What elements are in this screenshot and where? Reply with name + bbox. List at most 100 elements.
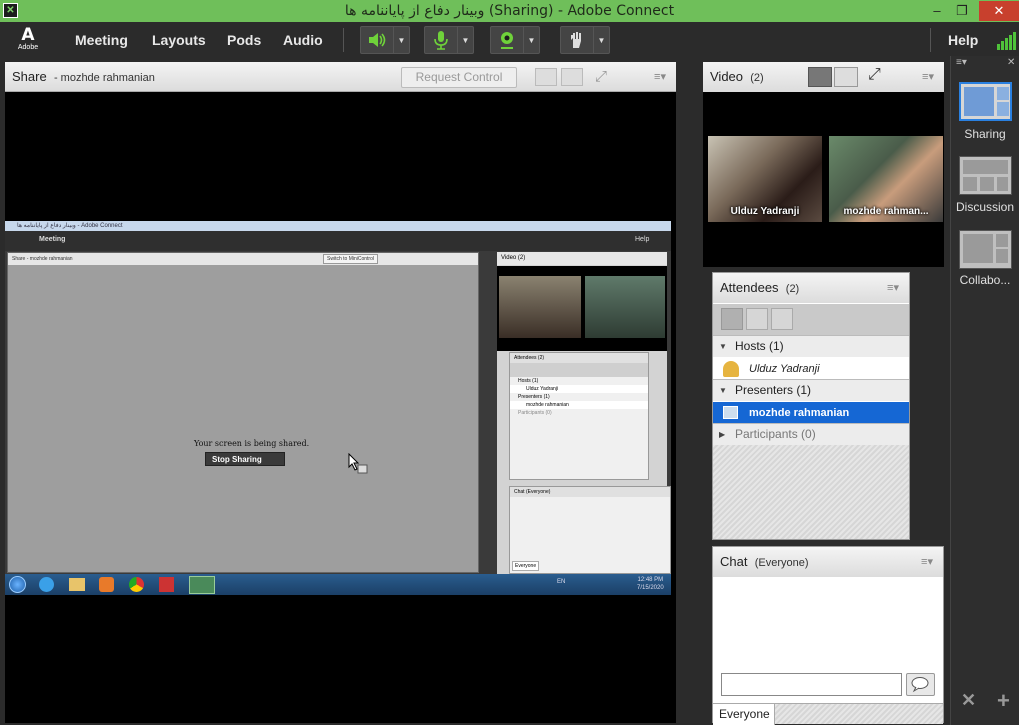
chat-pod: Chat (Everyone) ≡▾ Everyone (712, 546, 944, 725)
minimize-button[interactable]: – (925, 1, 949, 21)
share-pod: Share - mozhde rahmanian Request Control… (5, 62, 676, 723)
title-bar: ✕ وبینار دفاع از پایاننامه ها (Sharing) … (0, 0, 1019, 22)
taskbar-clock: 12:48 PM 7/15/2020 (637, 577, 664, 591)
screen-shared-message: Your screen is being shared. (194, 439, 310, 448)
stop-sharing-button: Stop Sharing (205, 452, 285, 466)
menu-pods[interactable]: Pods (227, 32, 261, 48)
attendees-pod-header: Attendees (2) ≡▾ (713, 273, 909, 303)
triangle-down-icon: ▼ (719, 342, 727, 351)
menu-layouts[interactable]: Layouts (152, 32, 206, 48)
video-pod-header: Video (2) ⤢ ≡▾ (703, 62, 944, 92)
ie-icon (39, 577, 54, 592)
pod-options-menu-icon[interactable]: ≡▾ (887, 281, 899, 294)
share-presenter-name: - mozhde rahmanian (53, 72, 155, 84)
chevron-down-icon[interactable]: ▼ (593, 27, 609, 53)
inner-video-feed (585, 276, 665, 338)
inner-chat-pod: Chat (Everyone) Everyone (509, 486, 671, 574)
windows-start-icon (9, 576, 26, 593)
inner-switch-button: Switch to MiniControl (323, 254, 378, 264)
share-pod-title: Share - mozhde rahmanian (12, 69, 155, 84)
status-view-icon[interactable] (771, 308, 793, 330)
attendee-row-presenter[interactable]: mozhde rahmanian (713, 402, 909, 424)
delete-layout-icon[interactable]: ✕ (961, 690, 976, 711)
webcam-icon (491, 27, 523, 53)
chat-input[interactable] (721, 673, 902, 696)
pod-options-menu-icon[interactable]: ≡▾ (921, 555, 933, 568)
menu-bar: A Adobe Meeting Layouts Pods Audio ▼ ▼ ▼… (0, 22, 1019, 58)
group-participants[interactable]: ▶ Participants (0) (713, 423, 909, 445)
chevron-down-icon[interactable]: ▼ (523, 27, 539, 53)
menu-meeting[interactable]: Meeting (75, 32, 128, 48)
speaker-icon (361, 27, 393, 53)
chat-pod-header: Chat (Everyone) ≡▾ (713, 547, 943, 577)
adobe-connect-taskbar-icon (189, 576, 215, 594)
request-control-button[interactable]: Request Control (401, 67, 517, 88)
fullscreen-icon[interactable]: ⤢ (595, 68, 607, 85)
group-presenters[interactable]: ▼ Presenters (1) (713, 379, 909, 401)
attendee-row-host[interactable]: Ulduz Yadranji (713, 358, 909, 380)
layout-label: Collabo... (959, 273, 1011, 287)
fit-to-width-icon[interactable] (535, 68, 557, 86)
menu-help[interactable]: Help (948, 32, 978, 48)
windows-taskbar: EN 12:48 PM 7/15/2020 (5, 574, 671, 595)
layout-discussion-thumbnail[interactable] (959, 156, 1012, 195)
add-layout-icon[interactable]: + (997, 688, 1010, 714)
cursor-icon (348, 452, 368, 475)
send-message-button[interactable] (906, 673, 935, 696)
attendees-empty-area (713, 445, 909, 539)
speaker-button[interactable]: ▼ (360, 26, 410, 54)
menu-divider (930, 28, 931, 52)
inner-video-header: Video (2) (497, 252, 667, 265)
close-panel-icon[interactable]: ✕ (1007, 57, 1015, 68)
actual-size-icon[interactable] (561, 68, 583, 86)
shared-screen: وبینار دفاع از پایاننامه ها - Adobe Conn… (5, 221, 671, 595)
attendees-pod: Attendees (2) ≡▾ ▼ Hosts (1) Ulduz Yadra… (712, 272, 910, 540)
breakout-view-icon[interactable] (746, 308, 768, 330)
chat-tab-everyone[interactable]: Everyone (713, 704, 775, 725)
powerpoint-icon (159, 577, 174, 592)
video-feed-mozhde[interactable]: mozhde rahman... (829, 136, 943, 222)
webcam-button[interactable]: ▼ (490, 26, 540, 54)
menu-divider (343, 28, 344, 52)
single-view-icon[interactable] (834, 67, 858, 87)
video-feed-name: Ulduz Yadranji (730, 206, 800, 217)
pod-options-menu-icon[interactable]: ≡▾ (654, 70, 666, 83)
triangle-right-icon: ▶ (719, 430, 726, 439)
chevron-down-icon[interactable]: ▼ (393, 27, 409, 53)
menu-audio[interactable]: Audio (283, 32, 323, 48)
folder-icon (69, 578, 85, 591)
inner-share-pod: Share - mozhde rahmanian Switch to MiniC… (7, 252, 479, 573)
inner-attendees-pod: Attendees (2) Hosts (1) Ulduz Yadranji P… (509, 352, 649, 480)
restore-button[interactable]: ❐ (950, 1, 974, 21)
raise-hand-icon (561, 27, 593, 53)
language-indicator: EN (557, 579, 566, 585)
group-hosts[interactable]: ▼ Hosts (1) (713, 335, 909, 357)
microphone-icon (425, 27, 457, 53)
grid-view-icon[interactable] (808, 67, 832, 87)
layout-sharing-thumbnail[interactable] (959, 82, 1012, 121)
list-view-icon[interactable] (721, 308, 743, 330)
fullscreen-icon[interactable]: ⤢ (868, 66, 881, 84)
chevron-down-icon[interactable]: ▼ (457, 27, 473, 53)
video-feed-ulduz[interactable]: Ulduz Yadranji (708, 136, 822, 222)
layout-label: Sharing (964, 127, 1006, 141)
window-title: وبینار دفاع از پایاننامه ها (Sharing) - … (344, 3, 675, 19)
raise-hand-button[interactable]: ▼ (560, 26, 610, 54)
video-pod-title: Video (2) (710, 69, 764, 84)
video-pod: Video (2) ⤢ ≡▾ Ulduz Yadranji mozhde rah… (703, 62, 944, 267)
panel-menu-icon[interactable]: ≡▾ (956, 57, 967, 68)
speech-bubble-icon (911, 677, 929, 693)
triangle-down-icon: ▼ (719, 386, 727, 395)
layout-collaboration-thumbnail[interactable] (959, 230, 1012, 269)
microphone-button[interactable]: ▼ (424, 26, 474, 54)
inner-title-bar: وبینار دفاع از پایاننامه ها - Adobe Conn… (5, 221, 671, 231)
inner-menu-bar: Meeting Help (5, 231, 671, 251)
connection-strength-icon (997, 30, 1017, 50)
close-window-button[interactable]: ✕ (979, 1, 1019, 21)
presenter-icon (723, 406, 738, 419)
inner-right-column: Video (2) Attendees (2) Hosts (1) Ulduz … (497, 252, 671, 575)
inner-menu-help: Help (635, 236, 650, 243)
video-feed-name: mozhde rahman... (843, 206, 929, 217)
inner-video-area (497, 266, 667, 351)
pod-options-menu-icon[interactable]: ≡▾ (922, 70, 934, 83)
